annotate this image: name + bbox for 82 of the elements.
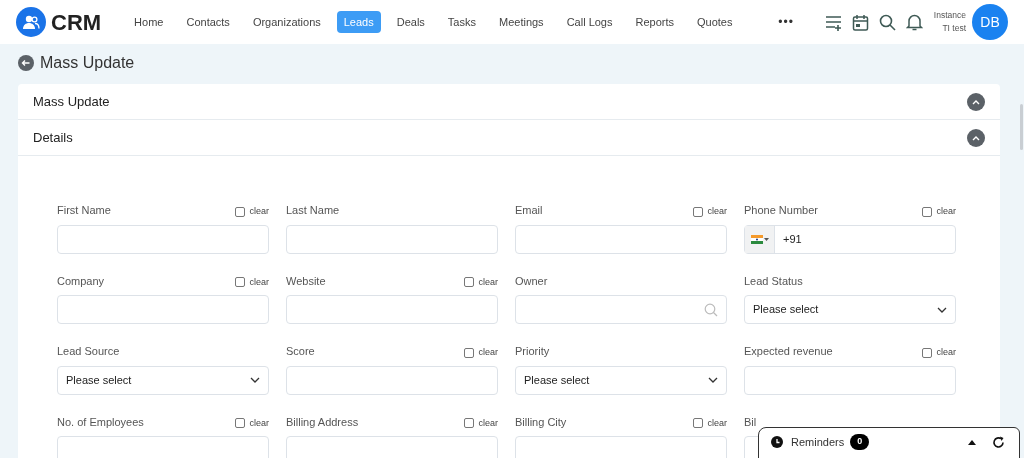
chevron-up-icon (972, 98, 980, 105)
clear-checkbox[interactable]: clear (235, 275, 269, 289)
select-field[interactable]: Please select (57, 365, 269, 395)
caret-up-icon[interactable] (968, 439, 976, 445)
field-label: Owner (515, 273, 548, 289)
nav-tab[interactable]: Home (127, 10, 171, 34)
field-label: Email (515, 203, 543, 218)
field-label: Phone Number (744, 203, 818, 218)
nav-tab[interactable]: Deals (389, 10, 432, 34)
field-label: Last Name (286, 203, 340, 218)
user-org: TI test (941, 22, 966, 35)
clear-checkbox[interactable]: clear (922, 205, 956, 219)
refresh-icon[interactable] (992, 435, 1005, 449)
collapse-button[interactable] (967, 128, 985, 147)
scrollbar-thumb[interactable] (1020, 104, 1023, 150)
clear-checkbox[interactable]: clear (464, 416, 498, 430)
chevron-down-icon (250, 377, 260, 383)
search-icon[interactable] (878, 13, 896, 31)
select-field[interactable]: Please select (515, 365, 727, 395)
clear-checkbox[interactable]: clear (693, 205, 727, 219)
input-field[interactable] (286, 365, 498, 395)
field-label: No. of Employees (57, 414, 144, 430)
input-field[interactable] (515, 436, 727, 458)
caret-down-icon (763, 237, 769, 241)
clear-checkbox[interactable]: clear (693, 416, 727, 430)
lookup-field[interactable] (515, 295, 727, 324)
flag-icon (750, 234, 763, 244)
list-add-icon[interactable] (824, 13, 842, 31)
input-field[interactable] (286, 436, 498, 458)
clear-checkbox[interactable]: clear (235, 205, 269, 219)
back-icon[interactable] (18, 55, 34, 71)
field-label: Score (286, 344, 315, 359)
logo-icon[interactable] (16, 7, 46, 37)
people-icon (22, 14, 40, 30)
field-label: Lead Status (744, 273, 803, 289)
bell-icon[interactable] (905, 13, 923, 31)
nav-tab[interactable]: Reports (628, 10, 681, 34)
field-label: Company (57, 273, 105, 289)
field-label: First Name (57, 203, 111, 218)
collapse-button[interactable] (967, 92, 985, 111)
clear-checkbox[interactable]: clear (464, 275, 498, 289)
clear-checkbox[interactable]: clear (922, 346, 956, 360)
nav-tab[interactable]: Call Logs (559, 10, 620, 34)
section-title: Mass Update (33, 92, 110, 111)
more-button[interactable]: ••• (772, 12, 800, 32)
field-label: Priority (515, 344, 550, 359)
field-label: Website (286, 273, 326, 289)
user-name: Instance (933, 9, 966, 22)
clear-checkbox[interactable]: clear (235, 416, 269, 430)
nav-tab[interactable]: Organizations (245, 10, 328, 34)
clock-icon (771, 436, 783, 448)
field-label: Bil (744, 414, 757, 430)
nav-tab[interactable]: Meetings (492, 10, 551, 34)
chevron-up-icon (972, 134, 980, 141)
field-label: Billing City (515, 414, 567, 430)
reminders-label: Reminders (791, 434, 845, 450)
input-field[interactable] (57, 436, 269, 458)
page-title: Mass Update (40, 53, 135, 73)
section-title: Details (33, 128, 73, 147)
field-label: Billing Address (286, 414, 359, 430)
search-icon (704, 302, 718, 317)
country-picker[interactable] (745, 225, 775, 253)
brand-name: CRM (51, 8, 102, 37)
input-field[interactable] (744, 365, 956, 395)
user-avatar[interactable]: DB (972, 4, 1008, 40)
input-field[interactable] (57, 224, 269, 254)
input-field[interactable] (286, 224, 498, 254)
input-field[interactable] (57, 295, 269, 324)
count-badge: 0 (850, 434, 870, 450)
nav-tab[interactable]: Quotes (690, 10, 740, 34)
clear-checkbox[interactable]: clear (464, 346, 498, 360)
input-field[interactable] (515, 224, 727, 254)
calendar-icon[interactable] (851, 13, 869, 31)
field-label: Lead Source (57, 344, 120, 359)
chevron-down-icon (708, 377, 718, 383)
chevron-down-icon (937, 306, 947, 313)
nav-tab[interactable]: Tasks (440, 10, 483, 34)
phone-field[interactable]: +91 (744, 224, 956, 254)
field-label: Expected revenue (744, 344, 833, 359)
nav-tab[interactable]: Contacts (179, 10, 237, 34)
select-field[interactable]: Please select (744, 295, 956, 324)
input-field[interactable] (286, 295, 498, 324)
